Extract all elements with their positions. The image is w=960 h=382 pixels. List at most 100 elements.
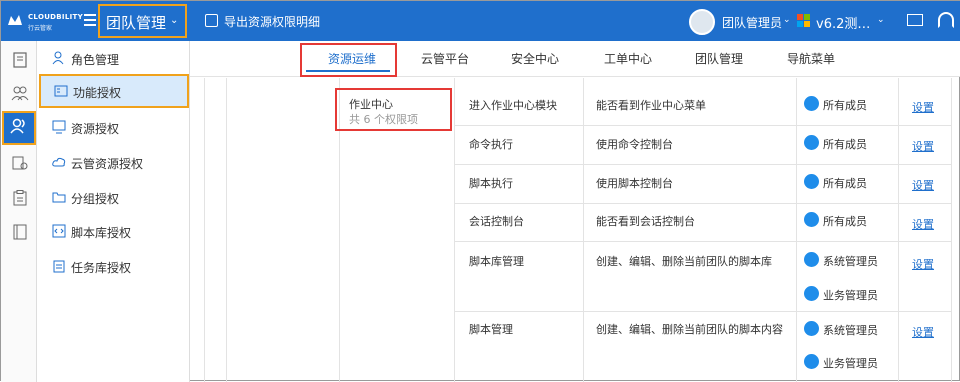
roles-icon [52,51,64,65]
menu-item-function-auth[interactable]: 功能授权 [39,74,189,108]
setting-link[interactable]: 设置 [912,216,934,232]
chevron-down-icon[interactable]: ⌄ [877,15,885,25]
rail-users-icon[interactable] [7,80,32,106]
member-label: 业务管理员 [823,289,878,302]
member-icon [804,354,819,369]
mail-icon[interactable] [907,14,923,26]
divider [951,78,952,382]
menu-item-resource-auth[interactable]: 资源授权 [37,110,190,144]
user-name[interactable]: 团队管理员 [722,14,782,31]
brand-subtitle: 行云管家 [28,25,53,32]
menu-icon[interactable] [84,14,96,26]
divider [226,78,227,382]
divider [796,78,797,382]
menu-item-group-auth[interactable]: 分组授权 [37,180,190,214]
rail-record-icon[interactable] [7,150,32,176]
member-icon [804,286,819,301]
tab-team-management[interactable]: 团队管理 [695,50,743,67]
export-label: 导出资源权限明细 [224,15,321,29]
row-divider [454,311,952,312]
tab-cloud-platform[interactable]: 云管平台 [421,50,469,67]
menu-item-roles[interactable]: 角色管理 [37,41,190,75]
permission-name: 进入作业中心模块 [469,99,557,112]
divider [204,78,205,382]
member-icon [804,135,819,150]
permission-name: 脚本执行 [469,177,513,190]
permission-name: 脚本管理 [469,323,513,336]
member-label: 所有成员 [823,138,867,151]
highlight-box [300,43,397,77]
setting-link[interactable]: 设置 [912,256,934,272]
tab-ticket-center[interactable]: 工单中心 [604,50,652,67]
rail-book-icon[interactable] [7,219,32,245]
menu-item-label: 分组授权 [71,192,120,206]
row-divider [454,125,952,126]
menu-item-label: 资源授权 [71,122,120,136]
member-label: 所有成员 [823,99,867,112]
divider [454,78,455,382]
permission-name: 命令执行 [469,138,513,151]
permission-name: 脚本库管理 [469,255,524,268]
export-icon [205,14,218,27]
setting-link[interactable]: 设置 [912,324,934,340]
permission-desc: 能否看到会话控制台 [596,215,695,228]
permission-desc: 创建、编辑、删除当前团队的脚本内容 [596,323,783,336]
setting-link[interactable]: 设置 [912,177,934,193]
code-file-icon [52,224,66,238]
permission-desc: 使用命令控制台 [596,138,673,151]
app-window: CLOUDBILITY 行云管家 团队管理 ⌄ 导出资源权限明细 团队管理员 ⌄… [0,0,960,382]
menu-item-label: 脚本库授权 [71,226,132,240]
avatar[interactable] [689,9,715,35]
team-switcher[interactable]: 团队管理 ⌄ [98,4,187,38]
function-auth-icon [54,85,68,97]
menu-item-label: 云管资源授权 [71,157,144,171]
support-icon[interactable] [938,12,954,28]
menu-item-task-lib-auth[interactable]: 任务库授权 [37,249,190,283]
chevron-down-icon: ⌄ [170,15,179,26]
rail-clipboard-icon[interactable] [7,185,32,211]
divider [898,78,899,382]
tab-bar: 资源运维 云管平台 安全中心 工单中心 团队管理 导航菜单 [190,41,960,77]
menu-item-label: 任务库授权 [71,261,132,275]
task-icon [53,260,65,273]
member-label: 所有成员 [823,215,867,228]
highlight-box [335,88,452,131]
tab-security-center[interactable]: 安全中心 [511,50,559,67]
permission-name: 会话控制台 [469,215,524,228]
divider [583,78,584,382]
monitor-icon [52,120,66,134]
menu-item-script-lib-auth[interactable]: 脚本库授权 [37,214,190,248]
top-bar: CLOUDBILITY 行云管家 团队管理 ⌄ 导出资源权限明细 团队管理员 ⌄… [1,1,960,41]
chevron-down-icon[interactable]: ⌄ [783,15,791,25]
icon-rail [1,41,37,382]
tab-nav-menu[interactable]: 导航菜单 [787,50,835,67]
rail-team-icon[interactable] [2,111,36,145]
member-icon [804,212,819,227]
menu-item-label: 角色管理 [71,53,120,67]
logo-icon [8,15,22,25]
member-label: 所有成员 [823,177,867,190]
menu-item-cloud-auth[interactable]: 云管资源授权 [37,145,190,179]
menu-item-label: 功能授权 [73,86,122,100]
windows-icon [797,14,811,28]
permission-desc: 能否看到作业中心菜单 [596,99,706,112]
folder-icon [52,192,66,203]
sub-menu: 角色管理 功能授权 资源授权 云管资源授权 分组授权 脚本库授权 任务库授权 [37,41,190,382]
permission-desc: 使用脚本控制台 [596,177,673,190]
row-divider [454,164,952,165]
app-logo[interactable]: CLOUDBILITY 行云管家 [7,11,83,33]
setting-link[interactable]: 设置 [912,99,934,115]
member-icon [804,252,819,267]
row-divider [454,203,952,204]
setting-link[interactable]: 设置 [912,138,934,154]
cloud-icon [52,157,66,167]
version-selector[interactable]: v6.2测… [816,13,870,32]
rail-document-icon[interactable] [7,47,32,73]
row-divider [454,241,952,242]
member-icon [804,321,819,336]
team-label: 团队管理 [106,14,167,32]
member-label: 系统管理员 [823,255,878,268]
permission-desc: 创建、编辑、删除当前团队的脚本库 [596,255,772,268]
brand-name: CLOUDBILITY [28,13,83,21]
member-icon [804,96,819,111]
